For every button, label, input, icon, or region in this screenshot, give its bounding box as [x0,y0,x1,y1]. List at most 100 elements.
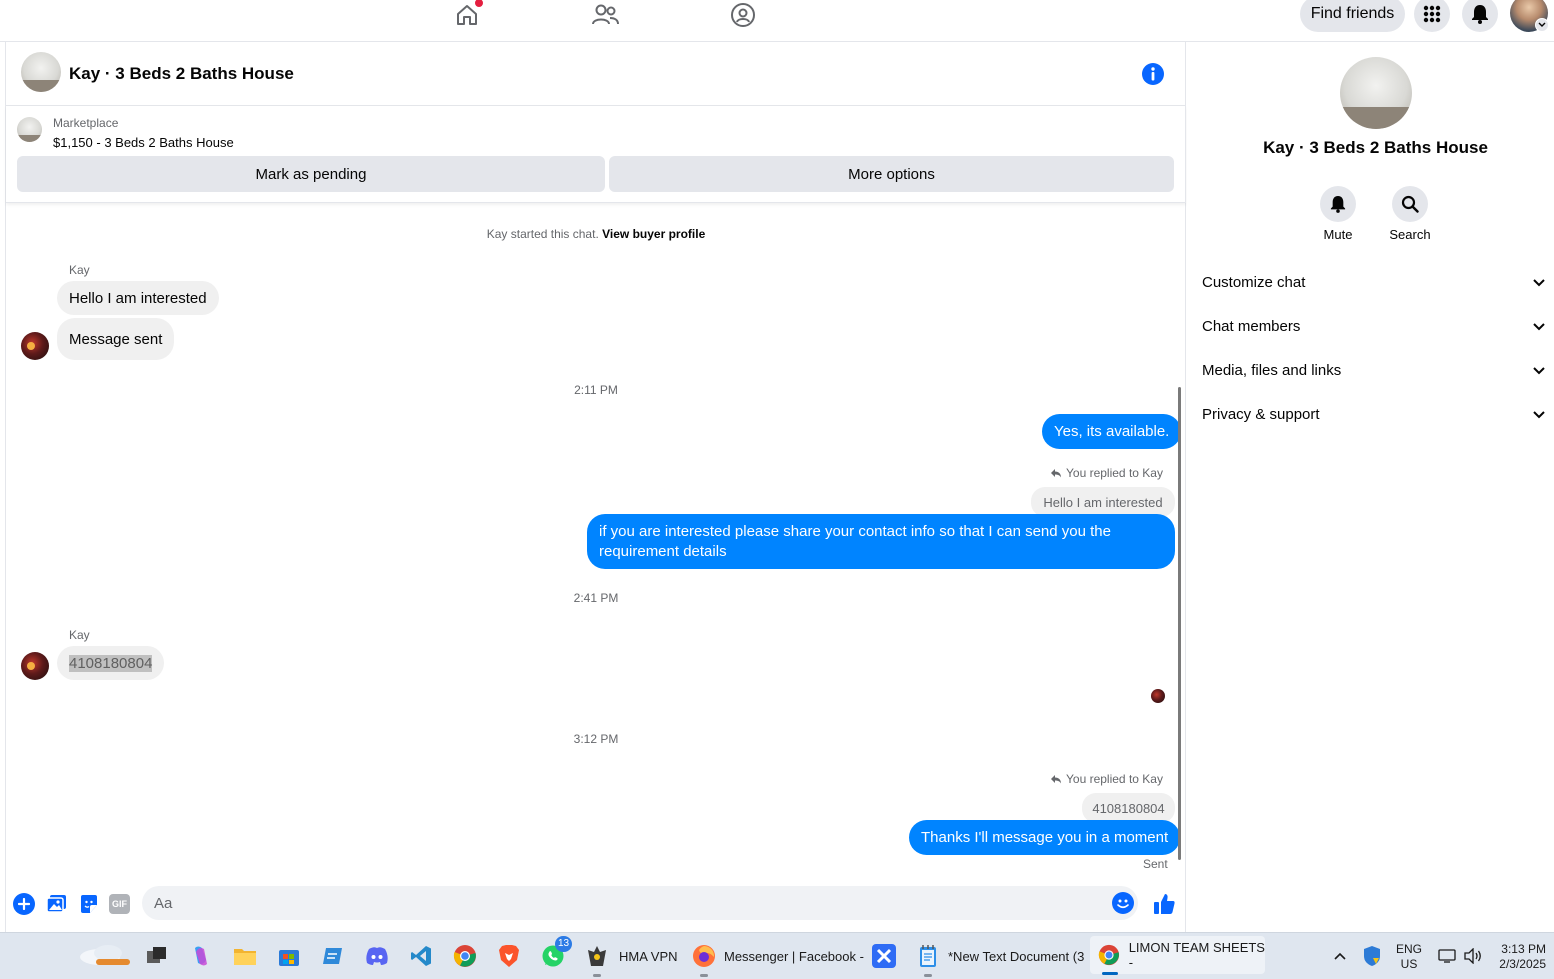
scrollbar[interactable] [1178,387,1181,860]
message-input-box[interactable] [142,886,1138,920]
region-code: US [1400,957,1418,971]
quoted-message[interactable]: 4108180804 [1082,793,1175,823]
active-indicator [1102,972,1118,975]
gif-icon[interactable]: GIF [109,894,130,914]
plus-icon[interactable] [13,893,35,915]
widgets-weather-icon[interactable] [78,939,132,969]
top-navigation-bar: Find friends [0,0,1554,42]
clock-time: 3:13 PM [1501,942,1546,956]
chat-avatar[interactable] [21,52,61,92]
media-files-links-section[interactable]: Media, files and links [1187,348,1554,392]
mark-as-pending-label: Mark as pending [255,165,367,183]
language-code: ENG [1396,942,1423,956]
sticker-icon[interactable] [78,893,100,915]
read-receipt-avatar [1151,689,1165,703]
sender-name: Kay [69,628,90,642]
more-options-button[interactable]: More options [609,156,1174,192]
task-view-icon[interactable] [145,941,169,971]
outgoing-message[interactable]: Yes, its available. [1042,414,1182,449]
home-icon[interactable] [449,0,485,30]
vscode-icon[interactable] [409,941,433,971]
incoming-message[interactable]: 4108180804 [57,646,165,680]
reply-label: You replied to Kay [1066,772,1163,786]
account-chevron-icon[interactable] [1535,18,1549,32]
find-friends-button[interactable]: Find friends [1300,0,1405,32]
chat-title[interactable]: Kay · 3 Beds 2 Baths House [69,64,294,84]
profile-picture[interactable] [1340,57,1412,129]
groups-icon[interactable] [725,0,761,30]
incoming-message[interactable]: Hello I am interested [57,281,219,315]
info-icon[interactable] [1142,63,1164,85]
marketplace-bar: Marketplace $1,150 - 3 Beds 2 Baths Hous… [6,106,1186,203]
customize-chat-section[interactable]: Customize chat [1187,260,1554,304]
discord-icon[interactable] [365,941,389,971]
sender-avatar[interactable] [21,652,49,680]
chat-header: Kay · 3 Beds 2 Baths House [6,42,1186,106]
app-x-icon[interactable] [872,941,896,971]
file-explorer-icon[interactable] [233,941,257,971]
copilot-icon[interactable] [189,941,213,971]
listing-title[interactable]: $1,150 - 3 Beds 2 Baths House [53,135,234,150]
section-label: Media, files and links [1202,361,1342,379]
timestamp: 2:41 PM [573,591,619,605]
notepad-taskbar-item[interactable]: *New Text Document (3 [916,941,1085,977]
chevron-down-icon [1533,323,1545,331]
thumbs-up-icon[interactable] [1152,892,1176,916]
menu-grid-button[interactable] [1414,0,1450,32]
notepad-window-label: *New Text Document (3 [948,948,1085,964]
teams-chat-icon[interactable] [321,941,345,971]
mute-button[interactable]: Mute [1318,186,1358,242]
hma-vpn-taskbar-item[interactable]: HMA VPN [585,941,678,977]
notifications-button[interactable] [1462,0,1498,32]
show-hidden-icons-chevron-icon[interactable] [1333,941,1347,971]
quoted-message[interactable]: Hello I am interested [1031,487,1175,517]
running-indicator [593,974,601,977]
section-label: Chat members [1202,317,1301,335]
running-indicator [700,974,708,977]
brave-icon[interactable] [497,941,521,971]
section-label: Privacy & support [1202,405,1320,423]
search-button[interactable]: Search [1387,186,1433,242]
emoji-icon[interactable] [1112,892,1134,914]
message-input[interactable] [154,886,1094,920]
timestamp: 3:12 PM [573,732,619,746]
privacy-support-section[interactable]: Privacy & support [1187,392,1554,436]
search-label: Search [1389,227,1431,242]
chat-started-text: Kay started this chat. [486,227,599,241]
chrome-icon[interactable] [453,941,477,971]
incoming-message[interactable]: Message sent [57,318,175,360]
language-indicator[interactable]: ENG US [1396,942,1422,972]
view-buyer-profile-link[interactable]: View buyer profile [602,227,705,241]
volume-icon[interactable] [1463,941,1483,971]
mark-as-pending-button[interactable]: Mark as pending [17,156,605,192]
sender-avatar[interactable] [21,332,49,360]
display-icon[interactable] [1438,941,1456,971]
reply-label: You replied to Kay [1066,466,1163,480]
chevron-down-icon [1533,367,1545,375]
grid-icon [1423,5,1441,23]
limon-window-label: LIMON TEAM SHEETS - [1128,940,1265,970]
messenger-facebook-taskbar-item[interactable]: Messenger | Facebook - [692,941,864,977]
more-options-label: More options [848,165,935,183]
find-friends-label: Find friends [1310,5,1395,22]
bell-icon [1472,5,1488,24]
outgoing-message[interactable]: if you are interested please share your … [587,514,1175,569]
message-composer: GIF [6,880,1186,932]
listing-thumbnail[interactable] [17,117,42,142]
whatsapp-badge: 13 [555,936,573,952]
reply-icon [1051,775,1061,784]
chat-members-section[interactable]: Chat members [1187,304,1554,348]
timestamp: 2:11 PM [574,383,618,397]
photo-icon[interactable] [46,893,68,915]
chevron-down-icon [1533,411,1545,419]
clock[interactable]: 3:13 PM 2/3/2025 [1494,942,1546,972]
selected-phone-text[interactable]: 4108180804 [69,654,153,672]
chrome-limon-taskbar-item[interactable]: LIMON TEAM SHEETS - [1090,936,1265,975]
outgoing-message[interactable]: Thanks I'll message you in a moment [909,820,1181,855]
microsoft-store-icon[interactable] [277,941,301,971]
whatsapp-icon[interactable]: 13 [541,936,573,971]
message-status: Sent [1143,857,1168,871]
security-shield-icon[interactable] [1362,941,1382,971]
mute-label: Mute [1323,227,1353,242]
friends-icon[interactable] [587,0,623,30]
